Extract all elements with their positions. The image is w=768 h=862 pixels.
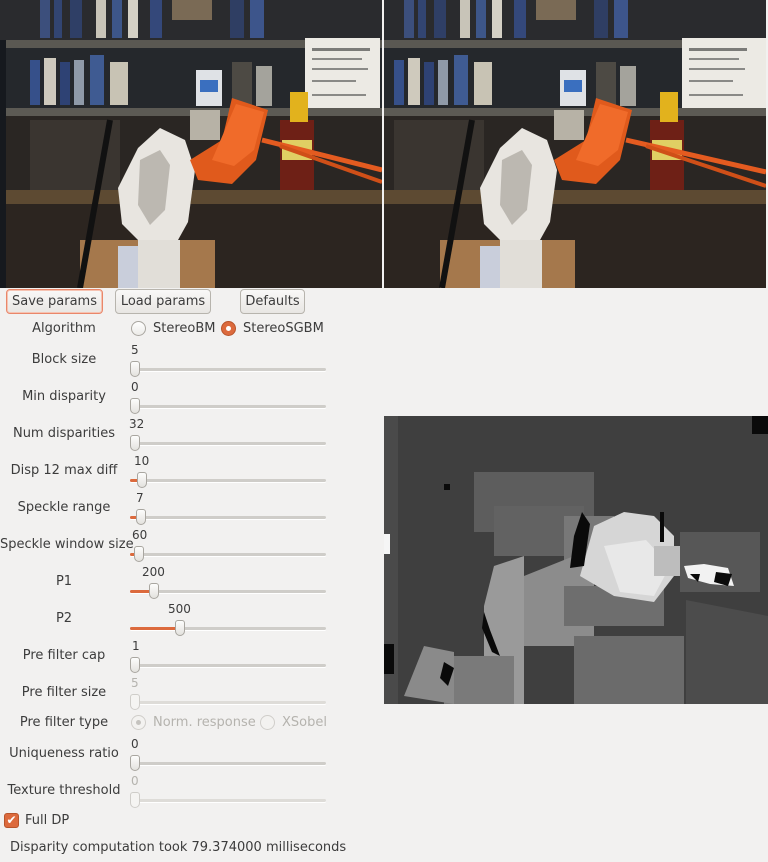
block-size-slider[interactable] [130,361,326,377]
disp12-max-diff-label: Disp 12 max diff [10,463,118,478]
status-text: Disparity computation took 79.374000 mil… [10,840,347,855]
uniqueness-ratio-label: Uniqueness ratio [9,746,119,761]
defaults-button[interactable]: Defaults [240,289,305,314]
save-params-button[interactable]: Save params [6,289,103,314]
num-disparities-label: Num disparities [12,426,116,441]
p1-value: 200 [142,565,165,579]
stereobm-label: StereoBM [153,321,216,336]
speckle-window-size-slider[interactable] [130,546,326,562]
block-size-thumb[interactable] [130,361,140,377]
stereobm-radio[interactable] [131,321,146,336]
load-params-button[interactable]: Load params [115,289,211,314]
speckle-window-size-value: 60 [132,528,148,542]
min-disparity-slider[interactable] [130,398,326,414]
pre-filter-size-value: 5 [131,676,139,690]
texture-threshold-thumb[interactable] [130,792,140,808]
min-disparity-thumb[interactable] [130,398,140,414]
pre-filter-cap-thumb[interactable] [130,657,140,673]
stereosgbm-radio[interactable] [221,321,236,336]
pre-filter-cap-slider[interactable] [130,657,326,673]
pre-filter-cap-value: 1 [132,639,140,653]
num-disparities-value: 32 [129,417,145,431]
p2-fill [130,627,180,630]
pre-filter-size-label: Pre filter size [21,685,107,700]
pre-filter-size-thumb[interactable] [130,694,140,710]
p2-thumb[interactable] [175,620,185,636]
p2-slider[interactable] [130,620,326,636]
stereosgbm-label: StereoSGBM [243,321,324,336]
speckle-range-label: Speckle range [17,500,111,515]
speckle-range-value: 7 [136,491,144,505]
uniqueness-ratio-value: 0 [131,737,139,751]
disp12-max-diff-slider[interactable] [130,472,326,488]
speckle-window-size-thumb[interactable] [134,546,144,562]
disparity-map-image [384,416,768,704]
texture-threshold-slider[interactable] [130,792,326,808]
xsobel-radio[interactable] [260,715,275,730]
uniqueness-ratio-thumb[interactable] [130,755,140,771]
right-stereo-image [384,0,766,288]
block-size-label: Block size [31,352,97,367]
p1-label: P1 [55,574,73,589]
left-stereo-image [0,0,382,288]
algorithm-label: Algorithm [32,321,96,336]
num-disparities-slider[interactable] [130,435,326,451]
speckle-range-slider[interactable] [130,509,326,525]
disp12-max-diff-thumb[interactable] [137,472,147,488]
p2-label: P2 [55,611,73,626]
num-disparities-thumb[interactable] [130,435,140,451]
xsobel-label: XSobel [282,715,327,730]
norm-response-label: Norm. response [153,715,256,730]
speckle-window-size-label: Speckle window size [0,537,134,552]
full-dp-checkbox[interactable]: ✔ [4,813,19,828]
texture-threshold-label: Texture threshold [7,783,121,798]
min-disparity-label: Min disparity [22,389,106,404]
pre-filter-type-label: Pre filter type [19,715,109,730]
full-dp-label: Full DP [25,813,70,828]
min-disparity-value: 0 [131,380,139,394]
texture-threshold-value: 0 [131,774,139,788]
pre-filter-cap-label: Pre filter cap [22,648,106,663]
disp12-max-diff-value: 10 [134,454,150,468]
uniqueness-ratio-slider[interactable] [130,755,326,771]
pre-filter-size-slider[interactable] [130,694,326,710]
speckle-range-thumb[interactable] [136,509,146,525]
block-size-value: 5 [131,343,139,357]
norm-response-radio[interactable] [131,715,146,730]
p1-thumb[interactable] [149,583,159,599]
p2-value: 500 [168,602,191,616]
p1-slider[interactable] [130,583,326,599]
